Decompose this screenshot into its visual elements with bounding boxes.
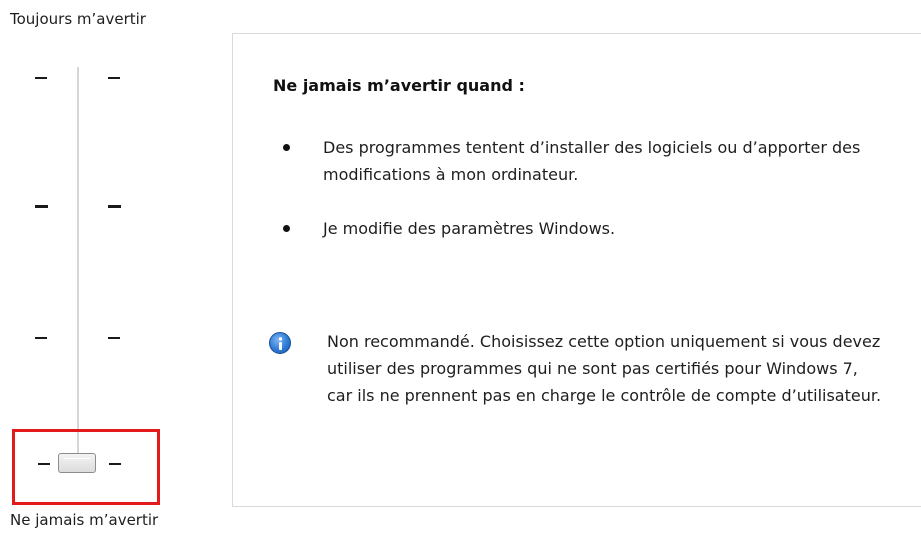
slider-tick-left	[35, 205, 48, 208]
slider-label-never: Ne jamais m’avertir	[10, 511, 159, 529]
bullet-icon	[283, 144, 290, 151]
slider-tick-right	[108, 337, 120, 339]
bullet-icon	[283, 225, 290, 232]
list-item: Des programmes tentent d’installer des l…	[283, 134, 883, 188]
list-item: Je modifie des paramètres Windows.	[283, 215, 883, 242]
selection-highlight-box	[12, 429, 160, 505]
slider-tick-left	[35, 337, 47, 339]
slider-tick-left	[35, 77, 47, 79]
slider-tick-right	[108, 205, 121, 208]
info-note: Non recommandé. Choisissez cette option …	[327, 332, 882, 405]
slider-label-always: Toujours m’avertir	[10, 10, 146, 28]
slider-tick-right	[108, 77, 120, 79]
list-item-text: Je modifie des paramètres Windows.	[323, 219, 616, 238]
info-icon	[269, 332, 291, 354]
panel-heading: Ne jamais m’avertir quand :	[273, 76, 525, 95]
description-panel: Ne jamais m’avertir quand : Des programm…	[232, 33, 921, 507]
list-item-text: Des programmes tentent d’installer des l…	[323, 138, 861, 184]
slider-track[interactable]	[77, 67, 79, 467]
